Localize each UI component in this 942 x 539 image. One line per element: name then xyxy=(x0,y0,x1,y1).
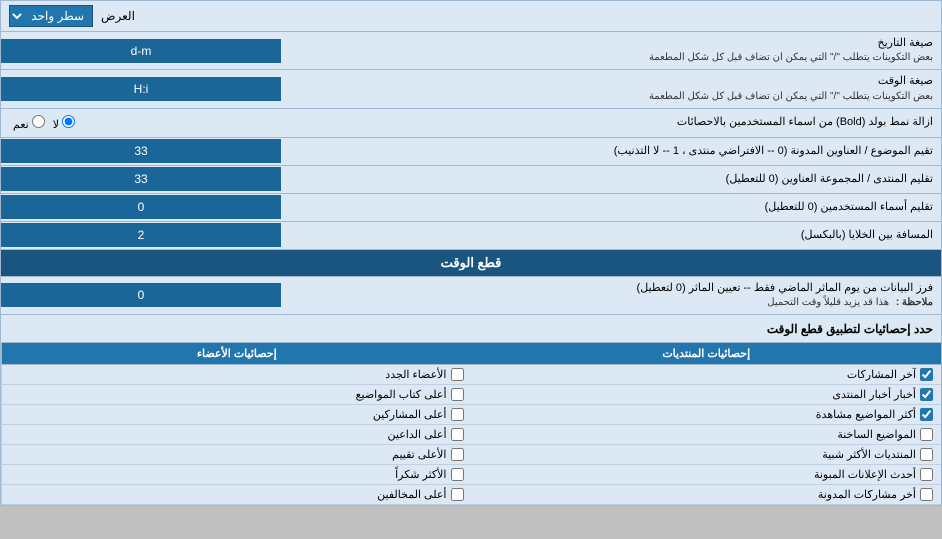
forum-order-input-wrap xyxy=(1,167,281,191)
bold-remove-radio-wrap: نعم لا xyxy=(1,109,281,137)
stats-cell-members: أعلى كتاب المواضيع xyxy=(1,385,472,404)
stats-cell-forums: أخر مشاركات المدونة xyxy=(472,485,942,504)
stats-cell-forums: أحدث الإعلانات المبونة xyxy=(472,465,942,484)
bold-remove-row: ازالة نمط بولد (Bold) من اسماء المستخدمي… xyxy=(1,109,941,138)
stats-checkbox-members[interactable] xyxy=(451,448,464,461)
stats-columns-header: إحصائيات المنتديات إحصائيات الأعضاء xyxy=(1,343,941,365)
stats-checkbox-forums[interactable] xyxy=(920,428,933,441)
time-format-input[interactable] xyxy=(5,82,277,96)
stats-label-forums: أخر مشاركات المدونة xyxy=(818,488,916,501)
display-row: العرض سطر واحدسطرينثلاثة أسطر xyxy=(1,1,941,32)
stats-cell-forums: أخبار أخبار المنتدى xyxy=(472,385,942,404)
stats-row: آخر المشاركات الأعضاء الجدد xyxy=(1,365,941,385)
stats-label-members: الأعلى تقييم xyxy=(392,448,446,461)
cell-spacing-row: المسافة بين الخلايا (بالبكسل) xyxy=(1,222,941,250)
cell-spacing-input[interactable] xyxy=(5,228,277,242)
stats-label-members: أعلى الداعين xyxy=(388,428,447,441)
cell-spacing-label: المسافة بين الخلايا (بالبكسل) xyxy=(281,224,941,247)
title-order-input[interactable] xyxy=(5,144,277,158)
stats-label-members: أعلى المشاركين xyxy=(373,408,447,421)
stats-col-header-forums: إحصائيات المنتديات xyxy=(472,343,942,364)
snapshot-filter-row: فرز البيانات من يوم الماثر الماضي فقط --… xyxy=(1,277,941,315)
forum-order-input[interactable] xyxy=(5,172,277,186)
stats-checkbox-forums[interactable] xyxy=(920,368,933,381)
stats-checkbox-forums[interactable] xyxy=(920,408,933,421)
radio-no-label: لا xyxy=(53,115,75,131)
stats-label-members: الأكثر شكراً xyxy=(395,468,446,481)
time-format-row: صيغة الوقت بعض التكوينات يتطلب "/" التي … xyxy=(1,70,941,108)
stats-label-forums: أخبار أخبار المنتدى xyxy=(832,388,916,401)
forum-order-label: تقليم المنتدى / المجموعة العناوين (0 للت… xyxy=(281,168,941,191)
username-trim-input-wrap xyxy=(1,195,281,219)
stats-checkbox-members[interactable] xyxy=(451,468,464,481)
stats-label-forums: المنتديات الأكثر شبية xyxy=(822,448,916,461)
display-label: العرض xyxy=(101,9,135,23)
stats-checkbox-members[interactable] xyxy=(451,408,464,421)
stats-cell-members: أعلى الداعين xyxy=(1,425,472,444)
time-format-label: صيغة الوقت بعض التكوينات يتطلب "/" التي … xyxy=(281,70,941,107)
stats-col-header-members: إحصائيات الأعضاء xyxy=(1,343,472,364)
stats-label-forums: المواضيع الساخنة xyxy=(837,428,916,441)
date-format-input[interactable] xyxy=(5,44,277,58)
stats-cell-members: الأعضاء الجدد xyxy=(1,365,472,384)
title-order-label: تقيم الموضوع / العناوين المدونة (0 -- ال… xyxy=(281,140,941,163)
stats-label-members: الأعضاء الجدد xyxy=(385,368,446,381)
stats-row: المنتديات الأكثر شبية الأعلى تقييم xyxy=(1,445,941,465)
stats-row: المواضيع الساخنة أعلى الداعين xyxy=(1,425,941,445)
stats-row: أحدث الإعلانات المبونة الأكثر شكراً xyxy=(1,465,941,485)
title-order-row: تقيم الموضوع / العناوين المدونة (0 -- ال… xyxy=(1,138,941,166)
radio-yes-label: نعم xyxy=(13,115,45,131)
stats-checkbox-members[interactable] xyxy=(451,368,464,381)
bold-remove-label: ازالة نمط بولد (Bold) من اسماء المستخدمي… xyxy=(281,111,941,134)
stats-limit-label: حدد إحصائيات لتطبيق قطع الوقت xyxy=(767,322,933,336)
forum-order-row: تقليم المنتدى / المجموعة العناوين (0 للت… xyxy=(1,166,941,194)
stats-cell-members: أعلى المشاركين xyxy=(1,405,472,424)
stats-checkbox-forums[interactable] xyxy=(920,488,933,501)
title-order-input-wrap xyxy=(1,139,281,163)
stats-label-forums: أكثر المواضيع مشاهدة xyxy=(816,408,916,421)
snapshot-filter-input[interactable] xyxy=(5,288,277,302)
bold-remove-radio-group: نعم لا xyxy=(5,111,83,135)
stats-checkbox-members[interactable] xyxy=(451,428,464,441)
stats-cell-members: الأكثر شكراً xyxy=(1,465,472,484)
snapshot-filter-input-wrap xyxy=(1,283,281,307)
stats-label-forums: أحدث الإعلانات المبونة xyxy=(814,468,916,481)
stats-checkbox-forums[interactable] xyxy=(920,448,933,461)
stats-limit-row: حدد إحصائيات لتطبيق قطع الوقت xyxy=(1,315,941,343)
stats-cell-members: أعلى المخالفين xyxy=(1,485,472,504)
radio-yes[interactable] xyxy=(32,115,45,128)
time-format-input-wrap xyxy=(1,77,281,101)
snapshot-section-header: قطع الوقت xyxy=(1,250,941,277)
username-trim-label: تقليم أسماء المستخدمين (0 للتعطيل) xyxy=(281,196,941,219)
stats-row: أخر مشاركات المدونة أعلى المخالفين xyxy=(1,485,941,505)
stats-cell-forums: أكثر المواضيع مشاهدة xyxy=(472,405,942,424)
radio-no[interactable] xyxy=(62,115,75,128)
stats-checkbox-forums[interactable] xyxy=(920,388,933,401)
stats-cell-forums: المنتديات الأكثر شبية xyxy=(472,445,942,464)
username-trim-row: تقليم أسماء المستخدمين (0 للتعطيل) xyxy=(1,194,941,222)
cell-spacing-input-wrap xyxy=(1,223,281,247)
date-format-input-wrap xyxy=(1,39,281,63)
stats-cell-forums: المواضيع الساخنة xyxy=(472,425,942,444)
stats-label-forums: آخر المشاركات xyxy=(847,368,916,381)
stats-body: آخر المشاركات الأعضاء الجدد أخبار أخبار ال… xyxy=(1,365,941,505)
date-format-row: صيغة التاريخ بعض التكوينات يتطلب "/" الت… xyxy=(1,32,941,70)
stats-cell-forums: آخر المشاركات xyxy=(472,365,942,384)
stats-cell-members: الأعلى تقييم xyxy=(1,445,472,464)
stats-checkbox-members[interactable] xyxy=(451,488,464,501)
date-format-label: صيغة التاريخ بعض التكوينات يتطلب "/" الت… xyxy=(281,32,941,69)
display-select[interactable]: سطر واحدسطرينثلاثة أسطر xyxy=(9,5,93,27)
stats-row: أكثر المواضيع مشاهدة أعلى المشاركين xyxy=(1,405,941,425)
stats-label-members: أعلى المخالفين xyxy=(377,488,446,501)
stats-checkbox-forums[interactable] xyxy=(920,468,933,481)
stats-label-members: أعلى كتاب المواضيع xyxy=(356,388,447,401)
username-trim-input[interactable] xyxy=(5,200,277,214)
stats-checkbox-members[interactable] xyxy=(451,388,464,401)
snapshot-filter-label: فرز البيانات من يوم الماثر الماضي فقط --… xyxy=(281,277,941,314)
stats-row: أخبار أخبار المنتدى أعلى كتاب المواضيع xyxy=(1,385,941,405)
